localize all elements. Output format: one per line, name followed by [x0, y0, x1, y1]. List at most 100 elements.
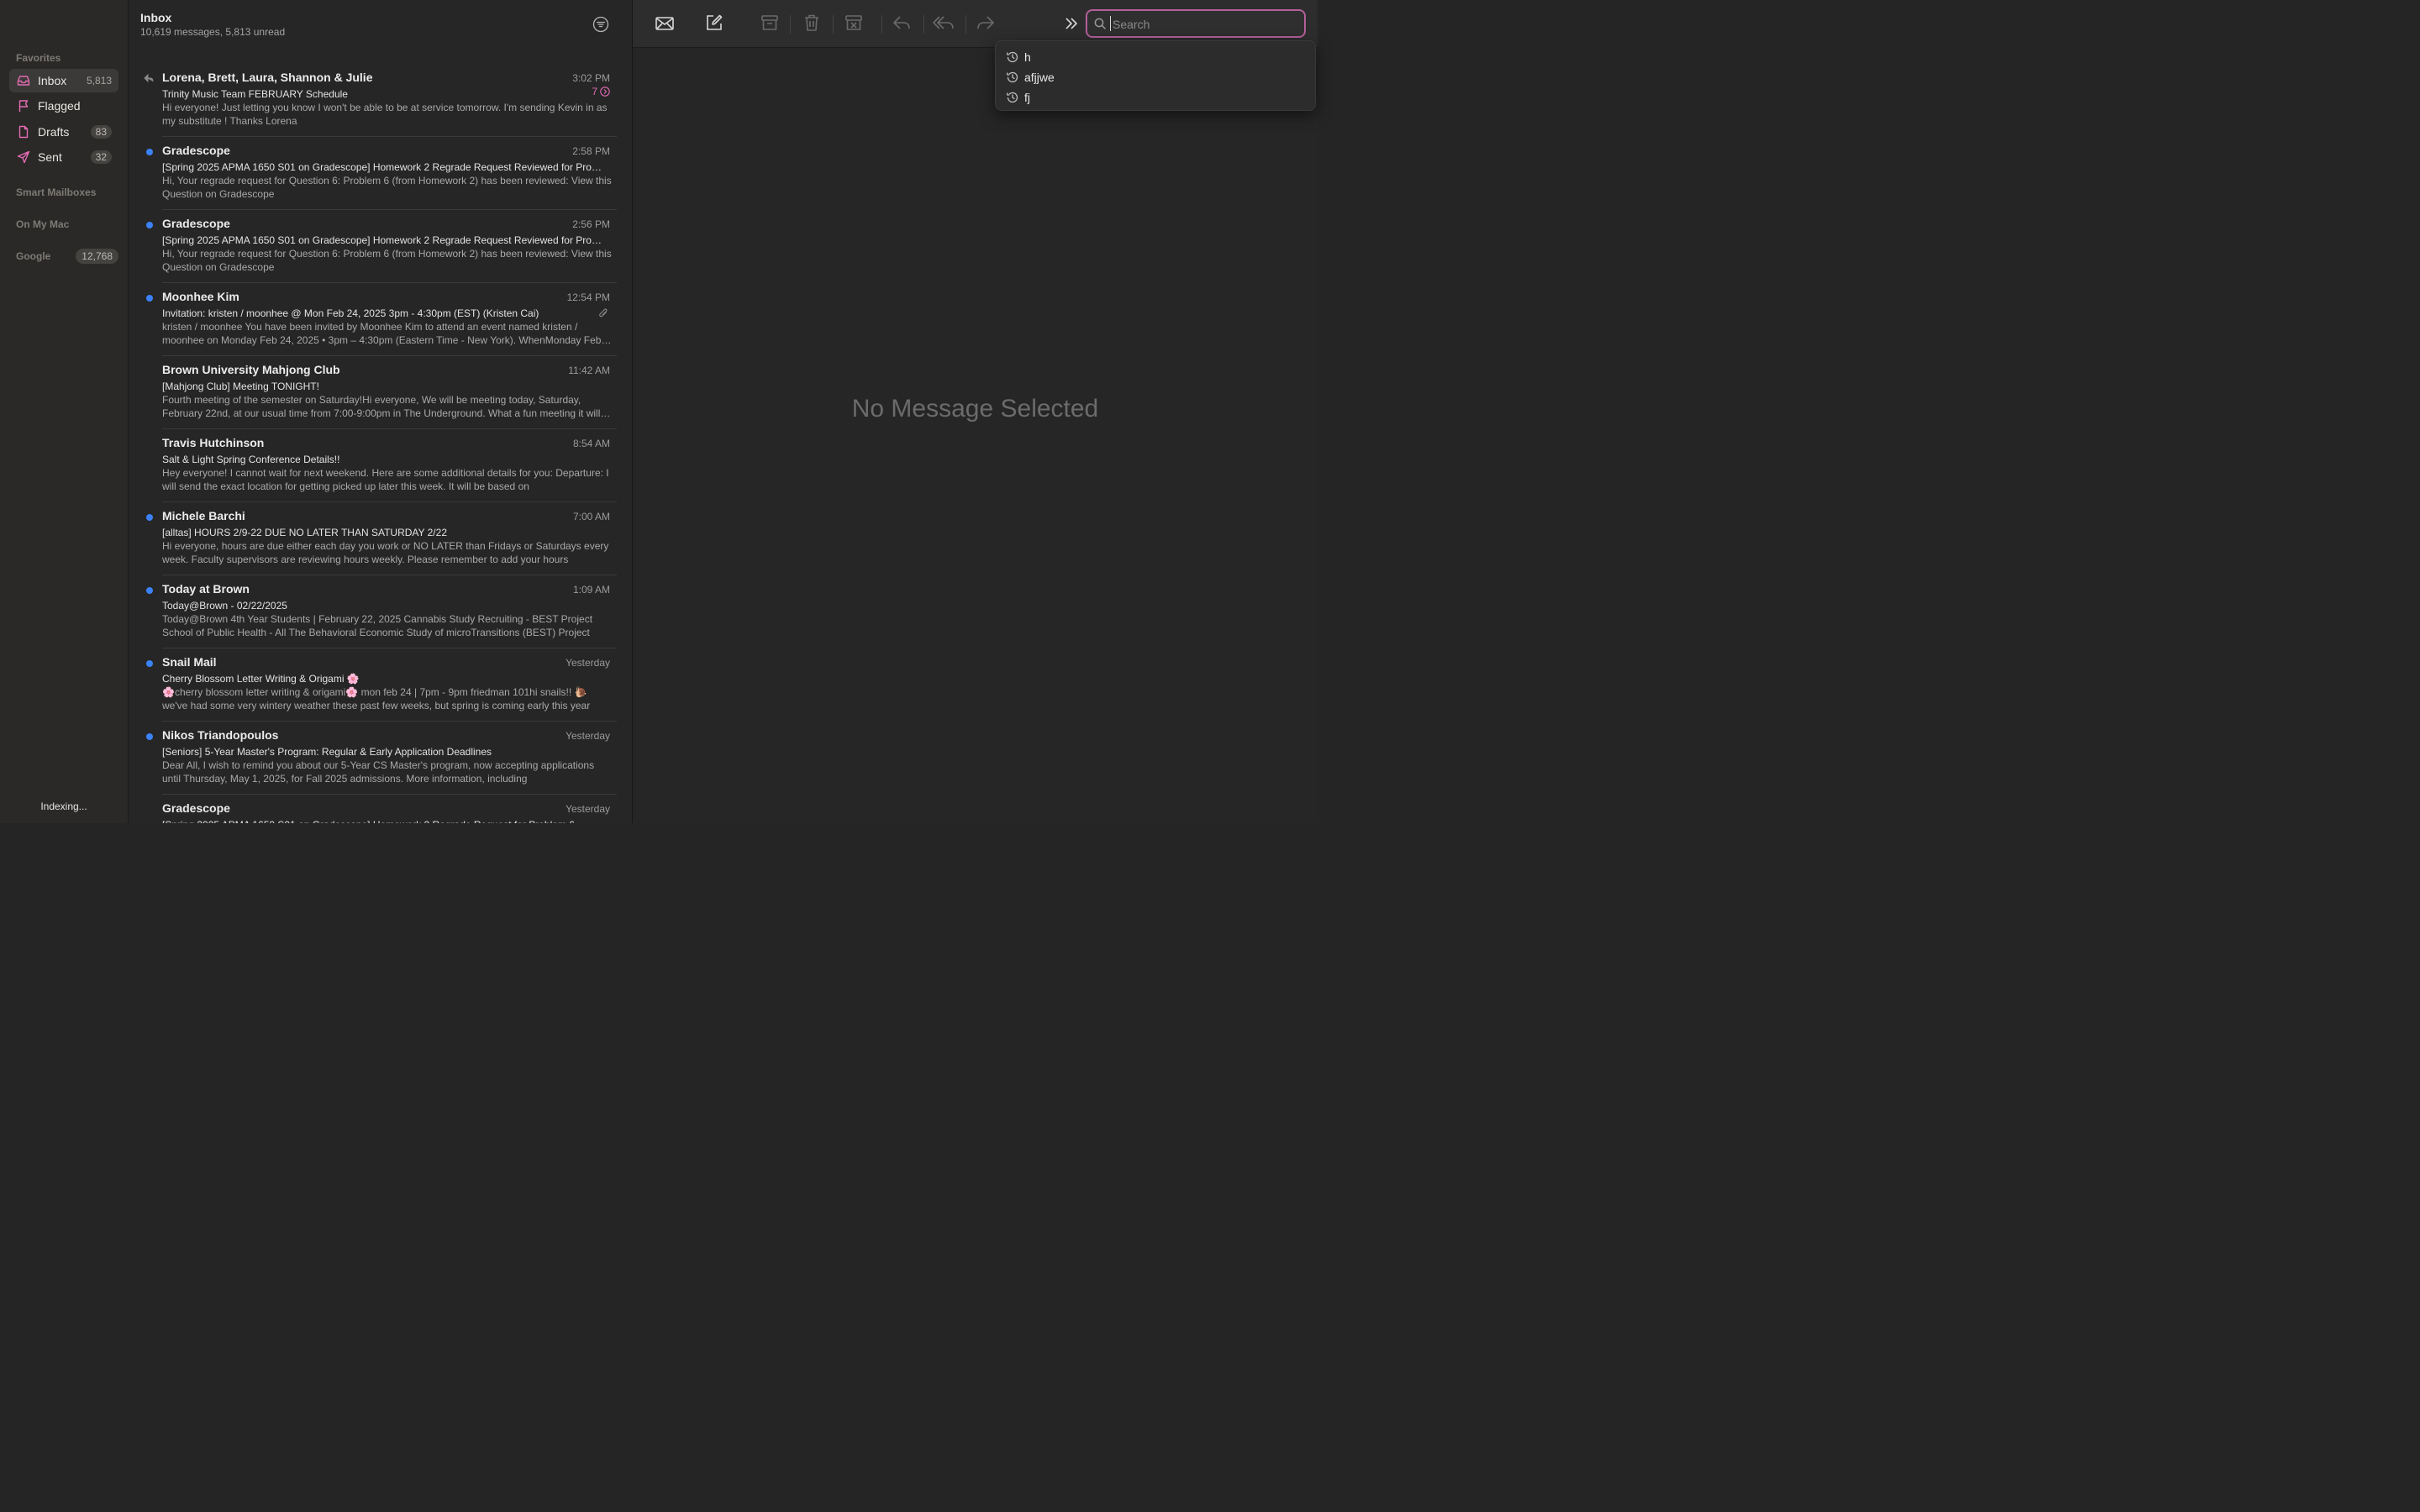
toolbar-divider	[965, 15, 966, 34]
favorites-heading[interactable]: Favorites	[16, 52, 60, 64]
toolbar-divider	[923, 15, 924, 34]
message-time: 2:56 PM	[572, 218, 610, 230]
message-row[interactable]: Travis Hutchinson 8:54 AM Salt & Light Spr…	[129, 429, 632, 502]
message-row[interactable]: Moonhee Kim 12:54 PM Invitation: kristen /…	[129, 283, 632, 356]
message-row[interactable]: Nikos Triandopoulos Yesterday [Seniors] 5-…	[129, 722, 632, 795]
message-sender: Gradescope	[162, 144, 230, 157]
message-preview: Hi, Your regrade request for Question 6:…	[162, 175, 612, 200]
sidebar-item-sent[interactable]: Sent 32	[9, 145, 118, 169]
message-row[interactable]: Snail Mail Yesterday Cherry Blossom Letter…	[129, 648, 632, 722]
recent-search-item[interactable]: afjjwe	[1006, 68, 1308, 87]
message-subject: Today@Brown - 02/22/2025	[162, 600, 287, 612]
get-mail-icon[interactable]	[655, 13, 675, 34]
message-preview: Today@Brown 4th Year Students | February…	[162, 613, 593, 638]
compose-icon[interactable]	[705, 13, 723, 32]
message-row[interactable]: Lorena, Brett, Laura, Shannon & Julie 3:0…	[129, 64, 632, 137]
message-preview: 🌸cherry blossom letter writing & origami…	[162, 686, 591, 711]
reply-all-icon[interactable]	[932, 13, 955, 32]
message-row[interactable]: Gradescope Yesterday [Spring 2025 APMA 165…	[129, 795, 632, 823]
mailbox-title: Inbox	[140, 11, 172, 24]
trash-icon[interactable]	[802, 13, 821, 32]
paper-plane-icon	[17, 150, 30, 164]
message-preview: Fourth meeting of the semester on Saturd…	[162, 394, 601, 419]
reply-icon[interactable]	[892, 13, 912, 32]
message-row[interactable]: Michele Barchi 7:00 AM [alltas] HOURS 2/9-…	[129, 502, 632, 575]
unread-dot	[146, 222, 153, 228]
unread-dot	[146, 587, 153, 594]
chevron-circle-icon	[600, 87, 610, 97]
message-preview: Hi everyone! Just letting you know I won…	[162, 102, 608, 127]
indexing-status: Indexing...	[40, 801, 87, 812]
message-time: 2:58 PM	[572, 145, 610, 157]
unread-dot	[146, 733, 153, 740]
message-row[interactable]: Gradescope 2:58 PM [Spring 2025 APMA 1650 …	[129, 137, 632, 210]
smart-mailboxes-heading[interactable]: Smart Mailboxes	[16, 186, 96, 198]
message-preview: Hi, Your regrade request for Question 6:…	[162, 248, 612, 273]
message-list[interactable]: Inbox 10,619 messages, 5,813 unread Lore…	[129, 0, 633, 823]
search-icon	[1094, 18, 1106, 29]
history-icon	[1007, 71, 1018, 83]
message-sender: Brown University Mahjong Club	[162, 363, 340, 376]
sidebar-item-inbox[interactable]: Inbox 5,813	[9, 69, 118, 92]
flag-icon	[18, 100, 29, 112]
recent-search-text: fj	[1024, 91, 1030, 104]
draft-count-badge: 83	[90, 125, 112, 139]
message-subject: Cherry Blossom Letter Writing & Origami …	[162, 673, 360, 685]
unread-dot	[146, 295, 153, 302]
message-subject: [Spring 2025 APMA 1650 S01 on Gradescope…	[162, 161, 604, 173]
on-my-mac-heading[interactable]: On My Mac	[16, 218, 69, 230]
message-time: 1:09 AM	[572, 584, 610, 596]
mailbox-subtitle: 10,619 messages, 5,813 unread	[140, 26, 286, 38]
forward-icon[interactable]	[976, 13, 996, 32]
chevron-double-right-icon[interactable]	[1064, 16, 1079, 31]
filter-icon[interactable]	[592, 16, 609, 33]
sidebar-item-label: Sent	[38, 150, 62, 164]
message-sender: Moonhee Kim	[162, 290, 239, 303]
message-row[interactable]: Today at Brown 1:09 AM Today@Brown - 02/22…	[129, 575, 632, 648]
google-account[interactable]: Google 12,768	[16, 249, 118, 265]
history-icon	[1007, 51, 1018, 63]
google-heading: Google	[16, 250, 51, 262]
sidebar-item-flagged[interactable]: Flagged	[9, 94, 118, 118]
message-preview: Hey everyone! I cannot wait for next wee…	[162, 467, 609, 492]
message-sender: Gradescope	[162, 217, 230, 230]
message-time: Yesterday	[566, 730, 610, 742]
thread-count-number: 7	[592, 86, 597, 97]
message-subject: Trinity Music Team FEBRUARY Schedule	[162, 88, 348, 100]
attachment-icon	[599, 308, 608, 318]
message-sender: Travis Hutchinson	[162, 436, 265, 449]
thread-count[interactable]: 7	[592, 86, 610, 97]
recent-search-item[interactable]: fj	[1006, 88, 1308, 107]
message-preview-pane: No Message Selected	[633, 0, 1318, 823]
message-sender: Snail Mail	[162, 655, 217, 669]
unread-dot	[146, 149, 153, 155]
search-input[interactable]	[1111, 16, 1299, 33]
recent-search-item[interactable]: h	[1006, 48, 1308, 66]
no-message-selected: No Message Selected	[851, 395, 1099, 423]
message-subject: [Spring 2025 APMA 1650 S01 on Gradescope…	[162, 819, 604, 823]
message-subject: Invitation: kristen / moonhee @ Mon Feb …	[162, 307, 539, 319]
message-row[interactable]: Gradescope 2:56 PM [Spring 2025 APMA 1650 …	[129, 210, 632, 283]
message-row[interactable]: Brown University Mahjong Club 11:42 AM [Ma…	[129, 356, 632, 429]
message-subject: [Seniors] 5-Year Master's Program: Regul…	[162, 746, 492, 758]
message-time: 8:54 AM	[572, 438, 610, 449]
junk-icon[interactable]	[844, 13, 863, 32]
message-time: 11:42 AM	[568, 365, 610, 376]
message-sender: Lorena, Brett, Laura, Shannon & Julie	[162, 71, 373, 84]
message-time: 3:02 PM	[572, 72, 610, 84]
sidebar: Favorites Inbox 5,813 Flagged Drafts 83 …	[0, 0, 129, 823]
document-icon	[18, 125, 29, 139]
search-suggestions-dropdown: h afjjwe fj	[995, 40, 1316, 111]
inbox-icon	[17, 76, 30, 86]
toolbar-divider	[790, 15, 791, 34]
sidebar-item-drafts[interactable]: Drafts 83	[9, 120, 118, 144]
sidebar-item-label: Drafts	[38, 125, 70, 139]
archive-icon[interactable]	[760, 13, 779, 32]
message-sender: Michele Barchi	[162, 509, 245, 522]
history-icon	[1007, 92, 1018, 103]
message-sender: Nikos Triandopoulos	[162, 728, 279, 742]
search-field[interactable]	[1086, 9, 1306, 38]
unread-count: 5,813	[86, 75, 112, 87]
message-sender: Today at Brown	[162, 582, 250, 596]
unread-dot	[146, 514, 153, 521]
